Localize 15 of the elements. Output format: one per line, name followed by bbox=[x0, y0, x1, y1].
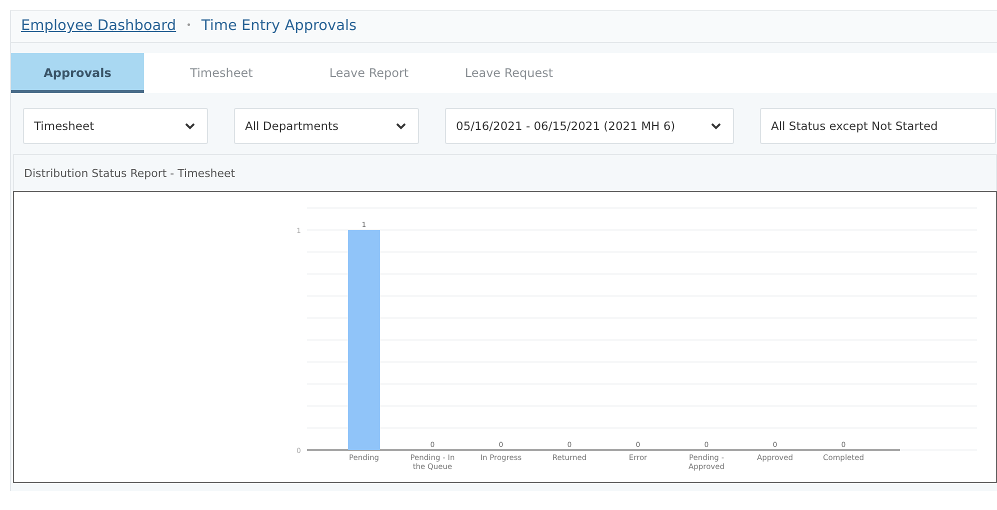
breadcrumb-link[interactable]: Employee Dashboard bbox=[21, 18, 176, 34]
tab[interactable]: Approvals bbox=[11, 53, 144, 93]
report-title: Distribution Status Report - Timesheet bbox=[13, 154, 997, 191]
tab[interactable]: Leave Report bbox=[299, 53, 439, 93]
dropdown[interactable]: All Departments bbox=[234, 108, 419, 144]
tab[interactable]: Timesheet bbox=[144, 53, 299, 93]
tab[interactable]: Leave Request bbox=[439, 53, 579, 93]
chevron-down-icon bbox=[711, 122, 721, 130]
breadcrumb-separator: • bbox=[186, 21, 192, 31]
dropdown[interactable]: 05/16/2021 - 06/15/2021 (2021 MH 6) bbox=[445, 108, 734, 144]
dropdown[interactable]: Timesheet bbox=[23, 108, 208, 144]
breadcrumb-current: Time Entry Approvals bbox=[201, 18, 357, 34]
chevron-down-icon bbox=[185, 122, 195, 130]
dropdown[interactable]: All Status except Not Started bbox=[760, 108, 996, 144]
chevron-down-icon bbox=[396, 122, 406, 130]
